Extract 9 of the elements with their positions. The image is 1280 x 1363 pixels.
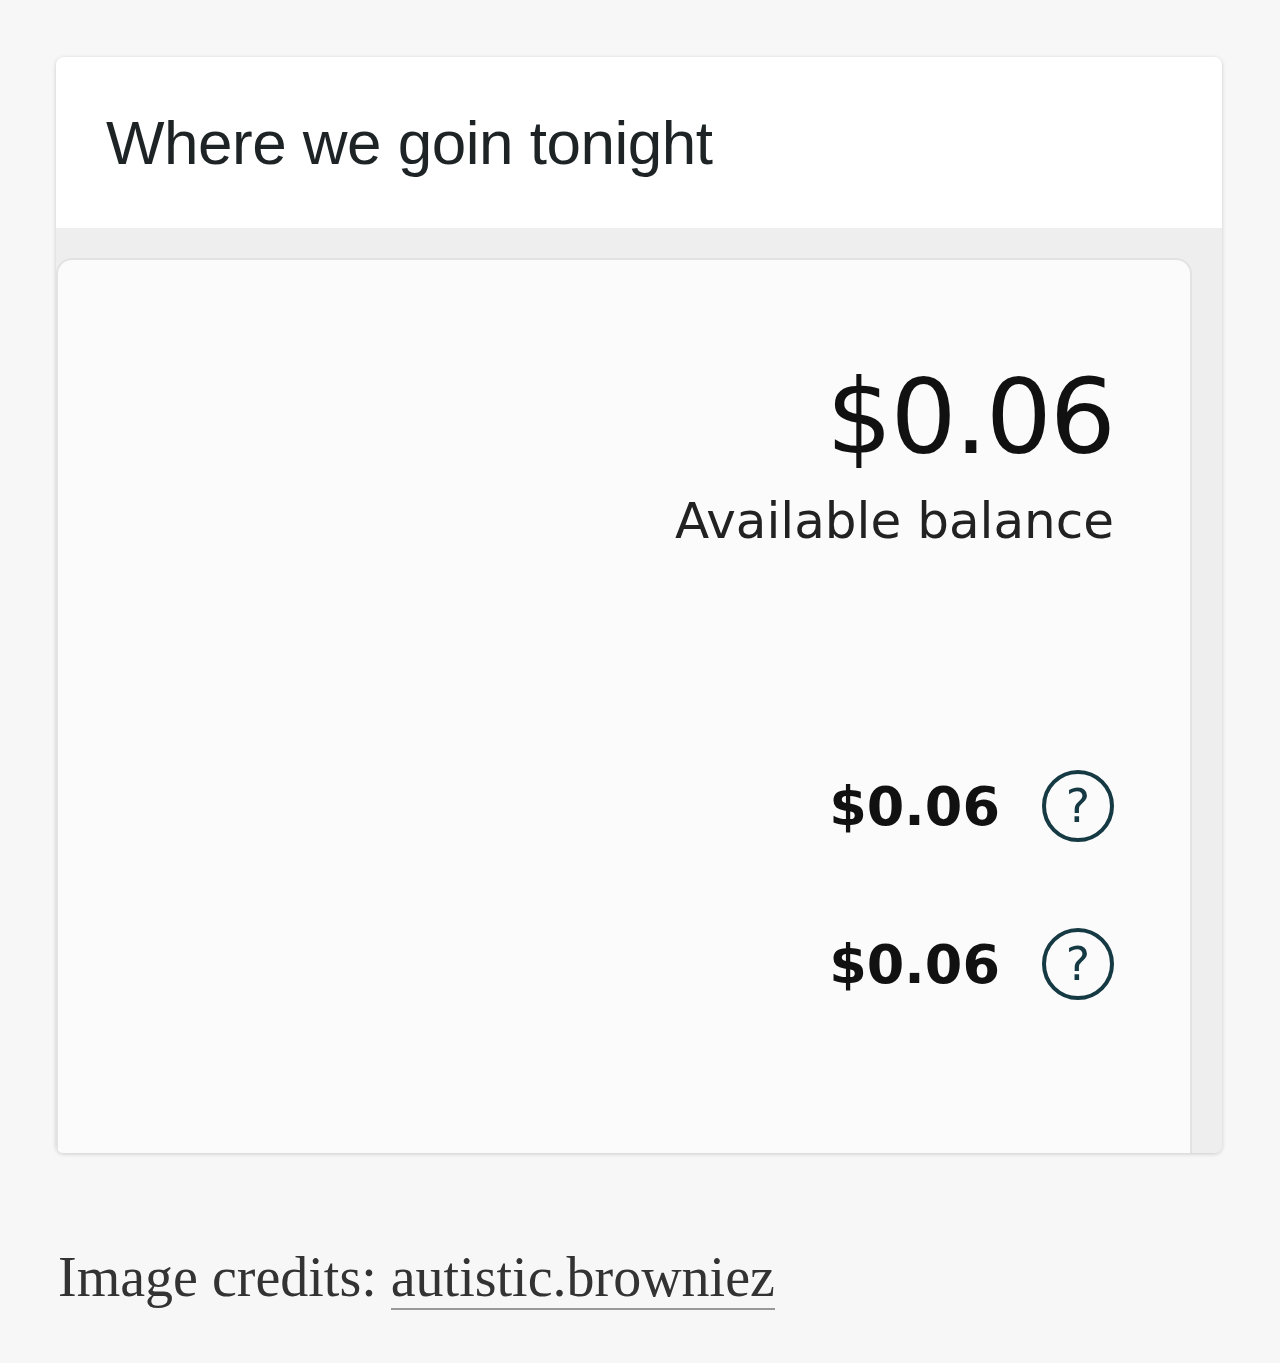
credits-link[interactable]: autistic.browniez [390,1246,775,1310]
credits-label: Image credits: [58,1246,377,1308]
post-title: Where we goin tonight [106,107,713,178]
balance-amount: $0.06 [826,360,1114,475]
help-icon[interactable]: ? [1042,928,1114,1001]
help-icon[interactable]: ? [1042,770,1114,843]
balance-label: Available balance [674,492,1114,551]
amount-text: $0.06 [829,774,1000,838]
amount-text: $0.06 [829,932,1000,996]
